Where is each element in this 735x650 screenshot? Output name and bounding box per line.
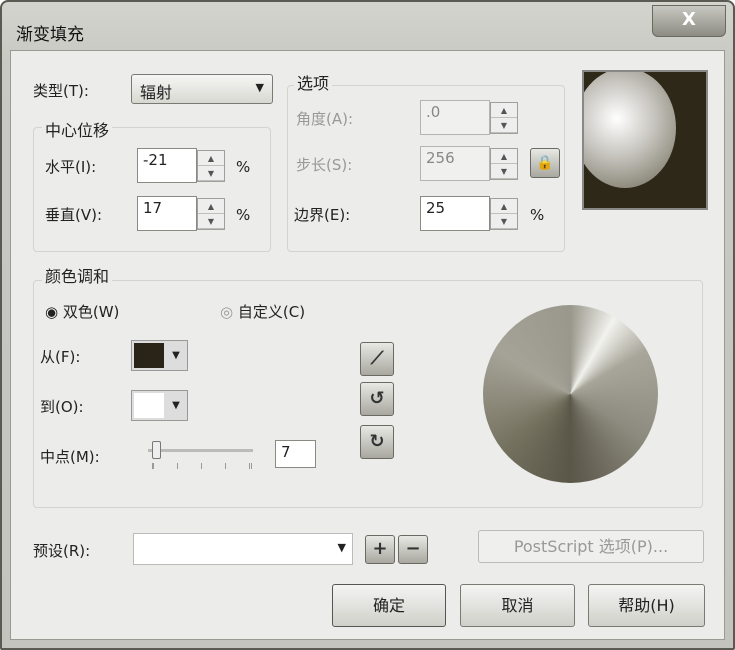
- linear-blend-icon[interactable]: ⟋: [360, 342, 394, 376]
- edge-spinner[interactable]: ▲ ▼: [490, 198, 518, 230]
- from-color-picker[interactable]: ▼: [131, 340, 188, 371]
- presets-label: 预设(R):: [33, 542, 91, 560]
- from-label: 从(F):: [40, 348, 81, 366]
- vertical-input[interactable]: 17: [137, 196, 197, 231]
- clockwise-blend-icon[interactable]: ↻: [360, 425, 394, 459]
- two-color-label: 双色(W): [62, 303, 120, 321]
- lock-icon[interactable]: 🔒: [530, 148, 560, 178]
- remove-preset-icon[interactable]: −: [398, 535, 428, 564]
- add-preset-icon[interactable]: +: [365, 535, 395, 564]
- chevron-down-icon: ▼: [337, 541, 346, 554]
- two-color-radio[interactable]: ◉ 双色(W): [45, 301, 119, 322]
- edge-input[interactable]: 25: [420, 196, 490, 231]
- steps-label: 步长(S):: [296, 156, 353, 174]
- gradient-preview: [582, 70, 708, 210]
- type-value: 辐射: [140, 83, 173, 102]
- help-button[interactable]: 帮助(H): [588, 584, 705, 627]
- angle-label: 角度(A):: [296, 110, 354, 128]
- color-blend-label: 颜色调和: [42, 263, 113, 287]
- to-label: 到(O):: [40, 398, 84, 416]
- dialog-title: 渐变填充: [16, 25, 84, 45]
- cancel-button[interactable]: 取消: [460, 584, 575, 627]
- radio-checked-icon: ◉: [45, 303, 59, 321]
- radio-unchecked-icon: ◎: [220, 303, 234, 321]
- type-dropdown[interactable]: 辐射 ▼: [131, 74, 273, 104]
- chevron-down-icon: ▼: [255, 81, 264, 94]
- angle-spinner[interactable]: ▲ ▼: [490, 102, 518, 134]
- vertical-spinner[interactable]: ▲ ▼: [197, 198, 225, 230]
- midpoint-slider[interactable]: [148, 449, 253, 452]
- angle-input[interactable]: .0: [420, 100, 490, 135]
- midpoint-label: 中点(M):: [40, 448, 100, 466]
- vertical-label: 垂直(V):: [45, 206, 103, 224]
- blend-preview-circle: [483, 305, 658, 483]
- custom-label: 自定义(C): [237, 303, 306, 321]
- counterclockwise-blend-icon[interactable]: ↺: [360, 382, 394, 416]
- chevron-down-icon: ▼: [172, 350, 180, 361]
- type-label: 类型(T):: [33, 82, 89, 100]
- slider-ticks: [152, 463, 252, 469]
- chevron-down-icon: ▼: [172, 400, 180, 411]
- edge-label: 边界(E):: [294, 206, 351, 224]
- steps-input[interactable]: 256: [420, 146, 490, 181]
- presets-combobox[interactable]: ▼: [133, 533, 353, 565]
- midpoint-slider-thumb[interactable]: [152, 441, 161, 459]
- to-color-picker[interactable]: ▼: [131, 390, 188, 421]
- center-offset-label: 中心位移: [42, 117, 113, 141]
- options-label: 选项: [294, 70, 333, 94]
- vertical-unit: %: [236, 206, 251, 224]
- steps-spinner[interactable]: ▲ ▼: [490, 148, 518, 180]
- ok-button[interactable]: 确定: [332, 584, 446, 627]
- horizontal-spinner[interactable]: ▲ ▼: [197, 150, 225, 182]
- custom-radio[interactable]: ◎ 自定义(C): [220, 301, 305, 322]
- horizontal-label: 水平(I):: [45, 158, 97, 176]
- horizontal-input[interactable]: -21: [137, 148, 197, 183]
- close-button[interactable]: X: [652, 5, 726, 37]
- postscript-options-button[interactable]: PostScript 选项(P)...: [478, 530, 704, 563]
- horizontal-unit: %: [236, 158, 251, 176]
- midpoint-input[interactable]: 7: [275, 440, 316, 468]
- center-offset-group: [33, 127, 271, 252]
- edge-unit: %: [530, 206, 545, 224]
